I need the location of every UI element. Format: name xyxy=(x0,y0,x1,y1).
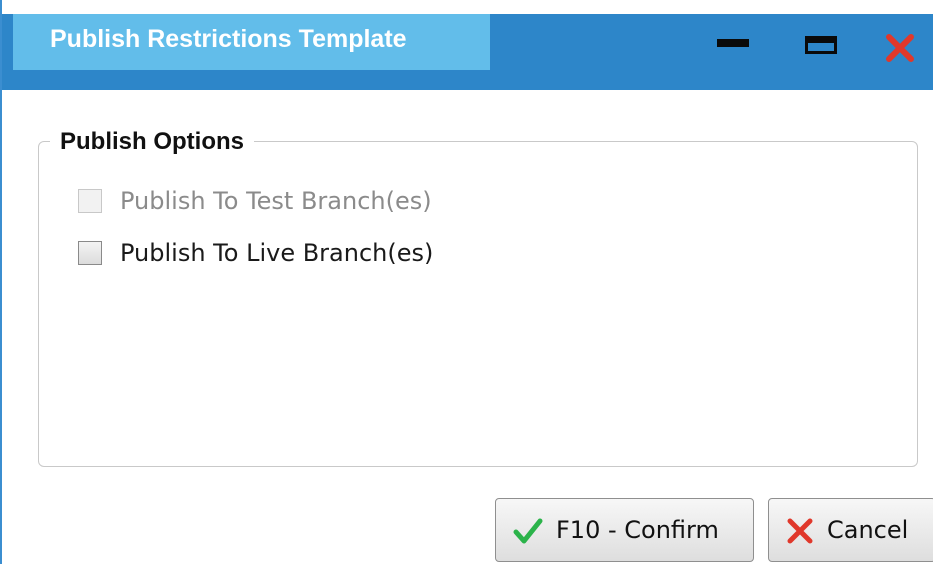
publish-test-checkbox[interactable] xyxy=(78,189,102,213)
confirm-button-label: F10 - Confirm xyxy=(556,516,719,544)
confirm-button[interactable]: F10 - Confirm xyxy=(495,498,754,562)
cancel-button-label: Cancel xyxy=(827,516,909,544)
close-button[interactable] xyxy=(882,24,922,62)
minimize-button[interactable] xyxy=(714,24,754,58)
cancel-button[interactable]: Cancel xyxy=(768,498,933,562)
publish-options-legend: Publish Options xyxy=(50,126,254,158)
publish-live-checkbox[interactable] xyxy=(78,241,102,265)
checkmark-icon xyxy=(513,518,543,544)
title-bar: Publish Restrictions Template xyxy=(2,14,933,90)
minimize-icon xyxy=(717,39,749,47)
title-tab: Publish Restrictions Template xyxy=(13,14,490,70)
x-icon xyxy=(787,518,813,544)
maximize-icon xyxy=(805,36,837,54)
maximize-button[interactable] xyxy=(802,24,842,58)
dialog-window: Publish Restrictions Template Publish Op… xyxy=(0,0,933,564)
publish-test-label: Publish To Test Branch(es) xyxy=(120,187,432,215)
publish-live-label: Publish To Live Branch(es) xyxy=(120,239,434,267)
window-title: Publish Restrictions Template xyxy=(50,25,407,53)
close-icon xyxy=(886,34,914,62)
